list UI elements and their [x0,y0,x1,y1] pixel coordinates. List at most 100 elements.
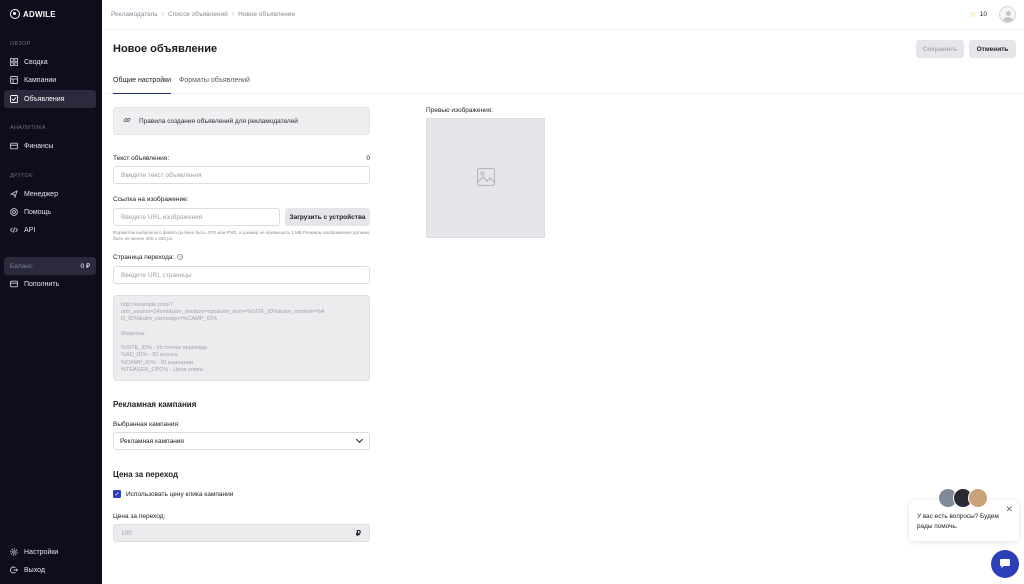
image-url-label: Ссылка на изображение: [113,196,189,203]
macros-line: %TEASER_CPC% - Цена клика [121,366,203,373]
section-label-analytics: АНАЛИТИКА [10,125,46,131]
sidebar-item-settings[interactable]: Настройки [4,543,96,561]
logo-text: ADWILE [23,9,56,19]
ads-icon [10,95,18,103]
close-icon[interactable]: ✕ [1005,504,1013,514]
ad-text-counter: 0 [366,155,370,162]
rules-link[interactable]: Правила создания объявлений для рекламод… [113,107,370,135]
section-label-other: ДРУГОЕ [10,173,34,179]
sidebar-item-manager[interactable]: Менеджер [4,185,96,203]
chevron-right-icon: › [231,11,235,18]
breadcrumb-ad-list[interactable]: Список объявлений [168,11,228,18]
stars-value: 10 [979,11,987,18]
sidebar-item-api[interactable]: API [4,221,96,239]
chat-button[interactable] [991,550,1019,578]
sidebar-item-label: Финансы [24,142,54,150]
landing-label-row: Страница перехода:? [113,254,184,261]
sidebar-item-label: Сводка [24,58,48,66]
checkmark-icon[interactable]: ✓ [113,490,121,498]
breadcrumb-advertiser[interactable]: Рекламодатель [111,11,158,18]
macros-line: utm_source=24smi&utm_medium=cpc&utm_term… [121,309,325,316]
sidebar-item-help[interactable]: Помощь [4,203,96,221]
campaign-section-title: Рекламная кампания [113,400,197,409]
save-button[interactable]: Сохранить [916,40,964,58]
grid-icon [10,58,18,66]
preview-label: Превью изображения: [426,107,494,114]
sidebar-item-label: Менеджер [24,190,58,198]
sidebar-item-summary[interactable]: Сводка [4,53,96,71]
stars-counter[interactable]: ☆ 10 [970,10,987,19]
balance-display: Баланс: 0 ₽ [4,257,96,275]
campaign-select-value: Рекламная кампания [120,437,184,445]
sidebar: ADWILE ОБЗОР Сводка Кампании Объявления … [0,0,102,584]
macros-line [121,338,362,345]
topbar: Рекламодатель › Список объявлений › Ново… [102,0,1024,30]
image-placeholder-icon [476,167,496,189]
tab-general-settings[interactable]: Общие настройки [113,77,172,94]
manager-icon [10,190,18,198]
code-icon [10,226,18,234]
landing-url-input[interactable] [113,266,370,284]
price-input: 100 ₽ [113,524,370,542]
star-icon: ☆ [969,10,977,19]
sidebar-item-topup[interactable]: Пополнить [4,275,96,293]
rules-link-label: Правила создания объявлений для рекламод… [139,117,298,125]
sidebar-item-label: Помощь [24,208,52,216]
image-preview [426,118,545,238]
sidebar-item-label: Настройки [24,548,59,556]
cancel-button[interactable]: Отменить [969,40,1016,58]
sidebar-item-finance[interactable]: Финансы [4,137,96,155]
price-value: 100 [121,529,132,537]
chat-message: У вас есть вопросы? Будем рады помочь. [917,513,999,530]
sidebar-item-label: Объявления [24,95,65,103]
section-label-overview: ОБЗОР [10,41,31,47]
sidebar-item-label: Кампании [24,76,57,84]
macros-line: Макросы: [121,330,146,337]
chevron-down-icon [355,435,364,444]
use-campaign-price-checkbox[interactable]: ✓ Использовать цену клика кампании [113,490,233,498]
macros-textarea[interactable]: http://example.com/? utm_source=24smi&ut… [113,295,370,381]
sidebar-item-label: Выход [24,566,45,574]
ruble-icon: ₽ [355,528,361,538]
landing-label: Страница перехода: [113,254,175,261]
macros-line [121,324,362,331]
image-url-input[interactable] [113,208,280,226]
ad-text-label: Текст объявления: [113,155,170,162]
campaign-select[interactable]: Рекламная кампания [113,432,370,450]
ad-text-input[interactable] [113,166,370,184]
sidebar-item-logout[interactable]: Выход [4,561,96,579]
wallet-icon [10,280,18,288]
breadcrumb: Рекламодатель › Список объявлений › Ново… [111,11,295,18]
macros-line: %SITE_ID% - Источник перехода [121,345,207,352]
logout-icon [10,566,18,574]
support-avatar [968,488,988,508]
tab-ad-formats[interactable]: Форматы объявлений [179,77,250,94]
chat-bubble-icon [999,557,1011,571]
balance-value: 0 ₽ [80,263,90,270]
balance-label: Баланс: [10,262,34,270]
price-section-title: Цена за переход [113,470,179,479]
campaign-icon [10,76,18,84]
avatar[interactable] [999,6,1016,23]
image-hint: Форматом выбранного файла должен быть JP… [113,230,370,241]
chevron-right-icon: › [161,11,165,18]
question-icon[interactable]: ? [177,254,184,261]
logo[interactable]: ADWILE [10,9,56,19]
campaign-select-label: Выбранная кампания: [113,421,180,428]
macros-line: %AD_ID% - ID анонса [121,352,178,359]
tabs: Общие настройки Форматы объявлений [102,70,1024,94]
page-title: Новое объявление [113,43,218,55]
macros-line: D_ID%&utm_campaign=%CAMP_ID% [121,316,218,323]
logo-icon [10,9,20,19]
sidebar-item-label: Пополнить [24,280,60,288]
macros-line: http://example.com/? [121,302,173,308]
sidebar-item-label: API [24,226,36,234]
support-avatars [938,488,988,508]
gear-icon [10,548,18,556]
sidebar-item-ads[interactable]: Объявления [4,90,96,108]
wallet-icon [10,142,18,150]
macros-line: %CAMP_ID% - ID кампании [121,359,193,366]
sidebar-item-campaigns[interactable]: Кампании [4,71,96,89]
help-icon [10,208,18,216]
upload-button[interactable]: Загрузить с устройства [285,208,370,226]
